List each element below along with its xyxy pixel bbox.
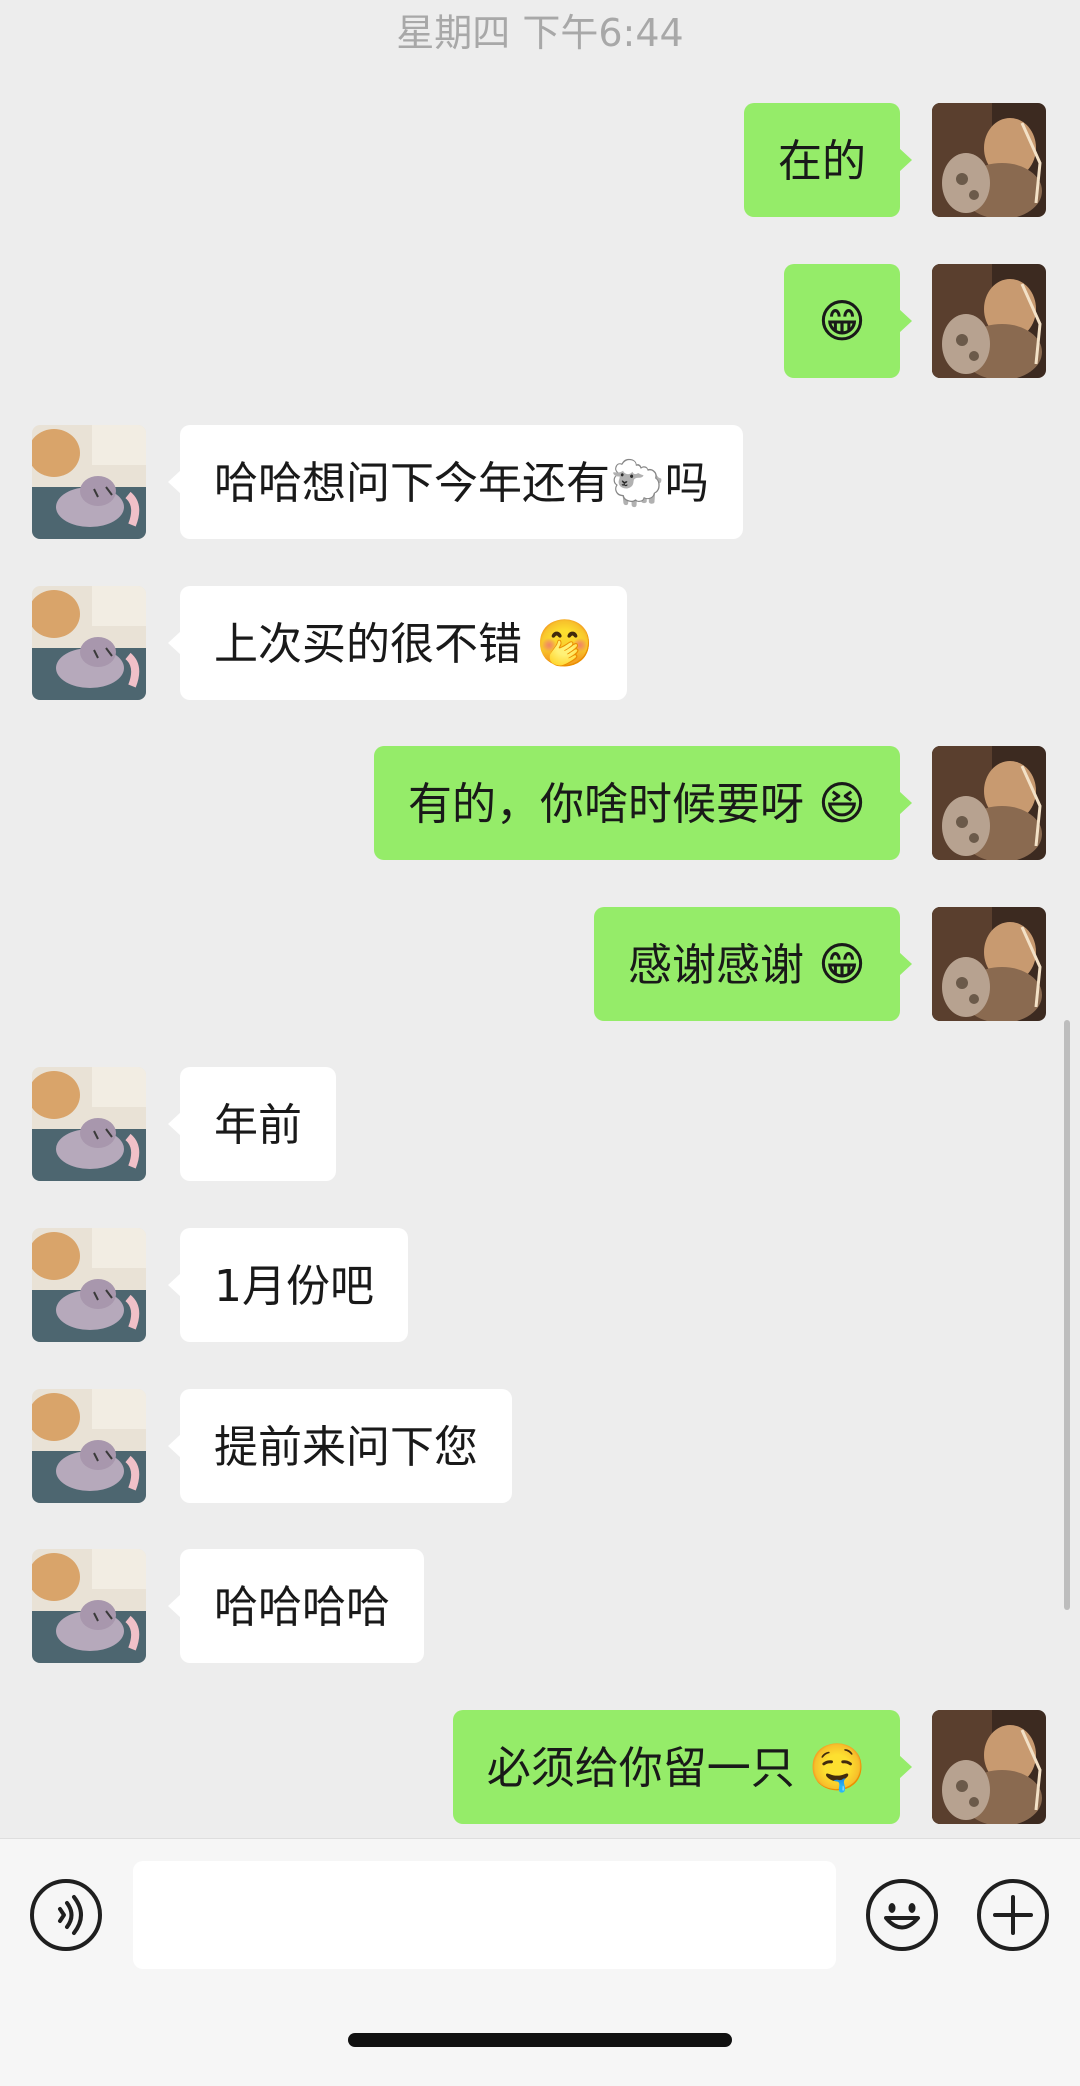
message-text: 年前 [214,1100,302,1151]
message-bubble-incoming[interactable]: 1月份吧 [168,1228,408,1342]
chat-area[interactable]: 星期四 下午6:44 在的 😁 哈哈想问下今年还有🐑吗 上次买的很不错 🤭 有的… [0,0,1080,1838]
voice-icon [58,1895,83,1935]
message-bubble-outgoing[interactable]: 必须给你留一只 🤤 [452,1710,913,1824]
message-bubble-outgoing[interactable]: 感谢感谢 😁 [594,907,912,1021]
message-bubble-incoming[interactable]: 提前来问下您 [168,1389,512,1503]
message-row: 有的，你啥时候要呀 😆 [0,746,1080,860]
message-emoji: 😁 [818,937,866,991]
message-bubble-incoming[interactable]: 哈哈想问下今年还有🐑吗 [168,425,743,539]
home-indicator[interactable] [348,2033,732,2047]
message-text: 哈哈哈哈 [214,1582,390,1633]
message-bubble-incoming[interactable]: 上次买的很不错 🤭 [167,586,628,700]
message-row: 上次买的很不错 🤭 [0,586,1080,700]
message-emoji: 😁 [818,294,866,348]
message-row: 年前 [0,1067,1080,1181]
message-row: 感谢感谢 😁 [0,907,1080,1021]
message-bubble-outgoing[interactable]: 有的，你啥时候要呀 😆 [374,746,912,860]
chat-scrollbar[interactable] [1064,1020,1070,1610]
message-row: 😁 [0,264,1080,378]
message-text: 哈哈想问下今年还有🐑吗 [214,458,709,509]
message-bubble-outgoing[interactable]: 😁 [784,264,912,378]
more-button[interactable] [977,1879,1049,1951]
message-emoji: 🤭 [536,616,594,670]
plus-icon [993,1895,1033,1935]
message-row: 在的 [0,103,1080,217]
emoji-button[interactable] [866,1879,938,1951]
message-row: 哈哈哈哈 [0,1549,1080,1663]
avatar-self[interactable] [932,103,1046,217]
smile-icon [884,1903,920,1930]
message-input[interactable] [133,1861,836,1969]
avatar-self[interactable] [932,1710,1046,1824]
message-bubble-incoming[interactable]: 哈哈哈哈 [168,1549,424,1663]
message-row: 1月份吧 [0,1228,1080,1342]
message-timestamp: 星期四 下午6:44 [396,11,684,55]
message-emoji: 😆 [818,776,866,830]
message-text: 有的，你啥时候要呀 [408,779,805,830]
avatar-self[interactable] [932,746,1046,860]
avatar-self[interactable] [932,907,1046,1021]
message-text: 1月份吧 [214,1261,374,1312]
message-text: 提前来问下您 [214,1422,478,1473]
message-row: 必须给你留一只 🤤 [0,1710,1080,1824]
message-text: 必须给你留一只 [486,1743,795,1794]
avatar-self[interactable] [932,264,1046,378]
message-bubble-incoming[interactable]: 年前 [168,1067,336,1181]
message-row: 提前来问下您 [0,1389,1080,1503]
avatar-contact[interactable] [32,1228,146,1342]
avatar-contact[interactable] [32,425,146,539]
message-emoji: 🤤 [808,1740,866,1794]
message-row: 哈哈想问下今年还有🐑吗 [0,425,1080,539]
message-text: 上次买的很不错 [214,619,522,670]
message-bubble-outgoing[interactable]: 在的 [744,103,912,217]
message-text: 在的 [778,136,866,187]
voice-button[interactable] [30,1879,102,1951]
avatar-contact[interactable] [32,1389,146,1503]
chat-input-bar [0,1838,1080,2086]
avatar-contact[interactable] [32,586,146,700]
message-text: 感谢感谢 [628,940,805,991]
avatar-contact[interactable] [32,1549,146,1663]
avatar-contact[interactable] [32,1067,146,1181]
